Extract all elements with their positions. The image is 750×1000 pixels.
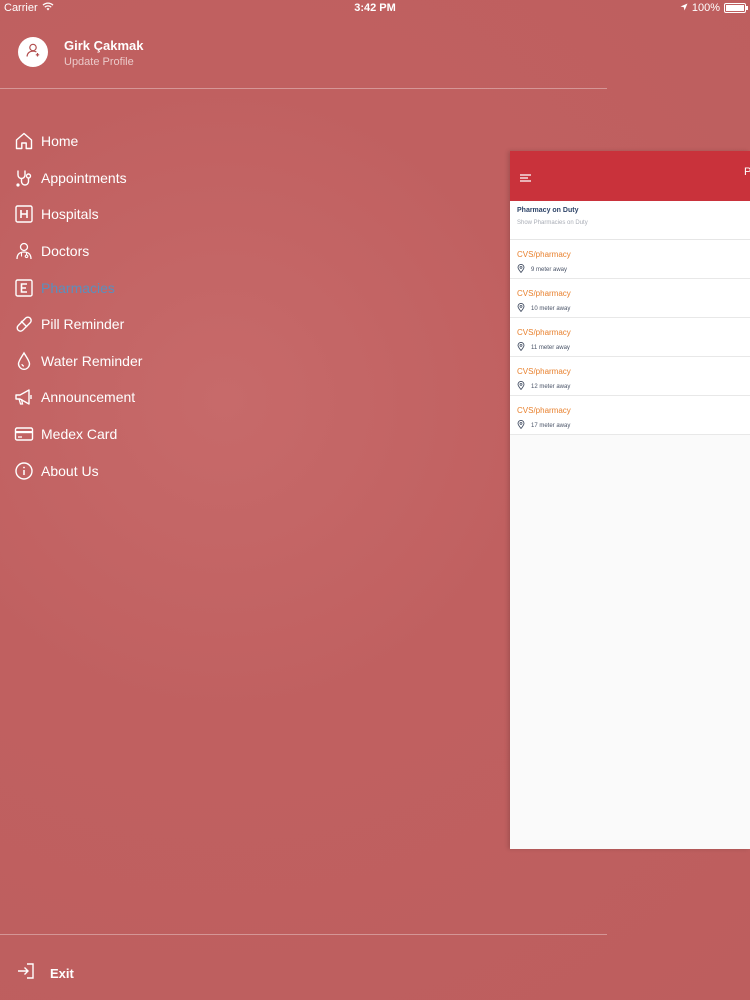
- pharmacy-name: CVS/pharmacy: [517, 367, 571, 376]
- pharmacy-on-duty-header[interactable]: Pharmacy on Duty Show Pharmacies on Duty: [510, 201, 750, 240]
- doctor-icon: [13, 240, 35, 262]
- pharmacy-list-item[interactable]: CVS/pharmacy 10 meter away: [510, 279, 750, 318]
- pharmacy-distance: 11 meter away: [531, 344, 570, 351]
- menu-label: Medex Card: [41, 426, 118, 443]
- location-pin-icon: [517, 342, 531, 353]
- pharmacy-distance-row: 10 meter away: [517, 303, 743, 314]
- user-icon: [25, 42, 41, 63]
- pharmacy-name: CVS/pharmacy: [517, 250, 571, 259]
- menu-item-doctors[interactable]: Doctors: [13, 233, 142, 270]
- menu-item-about-us[interactable]: About Us: [13, 452, 142, 489]
- location-pin-icon: [517, 420, 531, 431]
- location-arrow-icon: [680, 2, 688, 14]
- menu-label: Home: [41, 133, 79, 150]
- profile-header[interactable]: Girk Çakmak Update Profile: [18, 36, 144, 68]
- pharmacy-distance-row: 12 meter away: [517, 381, 743, 392]
- pharmacy-list-item[interactable]: CVS/pharmacy 9 meter away: [510, 240, 750, 279]
- hospital-icon: [13, 203, 35, 225]
- exit-label: Exit: [50, 966, 74, 981]
- home-icon: [13, 130, 35, 152]
- pharmacy-distance-row: 9 meter away: [517, 264, 743, 275]
- exit-button[interactable]: Exit: [16, 961, 74, 986]
- battery-percent: 100%: [691, 2, 720, 14]
- menu-label: About Us: [41, 462, 99, 479]
- status-time: 3:42 PM: [354, 2, 396, 14]
- menu-item-pharmacies[interactable]: Pharmacies: [13, 269, 142, 306]
- side-menu: Home Appointments Hospitals Doctors Phar…: [13, 123, 142, 489]
- pharmacy-distance: 12 meter away: [531, 383, 571, 390]
- location-pin-icon: [517, 264, 531, 275]
- pharmacy-icon: [13, 277, 35, 299]
- profile-name: Girk Çakmak: [64, 38, 144, 53]
- pharmacy-distance-row: 17 meter away: [517, 420, 743, 431]
- menu-item-pill-reminder[interactable]: Pill Reminder: [13, 306, 142, 343]
- pharmacy-on-duty-subtitle: Show Pharmacies on Duty: [517, 220, 588, 226]
- pharmacy-name: CVS/pharmacy: [517, 289, 571, 298]
- main-content-panel[interactable]: P Pharmacy on Duty Show Pharmacies on Du…: [510, 151, 750, 849]
- menu-item-appointments[interactable]: Appointments: [13, 160, 142, 197]
- profile-text: Girk Çakmak Update Profile: [64, 38, 144, 68]
- top-divider: [0, 88, 607, 89]
- status-bar: Carrier 3:42 PM 100%: [0, 0, 750, 16]
- location-pin-icon: [517, 303, 531, 314]
- panel-header: P: [510, 151, 750, 201]
- pharmacy-list-item[interactable]: CVS/pharmacy 12 meter away: [510, 357, 750, 396]
- info-icon: [13, 460, 35, 482]
- bottom-divider: [0, 934, 607, 935]
- menu-label: Announcement: [41, 389, 136, 406]
- status-right: 100%: [680, 2, 748, 14]
- pharmacy-name: CVS/pharmacy: [517, 328, 571, 337]
- hamburger-menu-icon[interactable]: [520, 169, 531, 187]
- menu-label: Pharmacies: [41, 279, 115, 296]
- menu-item-hospitals[interactable]: Hospitals: [13, 196, 142, 233]
- menu-item-home[interactable]: Home: [13, 123, 142, 160]
- water-drop-icon: [13, 350, 35, 372]
- avatar[interactable]: [18, 37, 48, 67]
- menu-item-announcement[interactable]: Announcement: [13, 379, 142, 416]
- pill-icon: [13, 313, 35, 335]
- pharmacy-distance-row: 11 meter away: [517, 342, 743, 353]
- pharmacy-distance: 17 meter away: [531, 422, 571, 429]
- update-profile-link[interactable]: Update Profile: [64, 56, 144, 68]
- menu-label: Doctors: [41, 243, 90, 260]
- menu-item-medex-card[interactable]: Medex Card: [13, 416, 142, 453]
- megaphone-icon: [13, 386, 35, 408]
- menu-label: Pill Reminder: [41, 316, 125, 333]
- exit-icon: [16, 961, 36, 986]
- pharmacy-list-item[interactable]: CVS/pharmacy 11 meter away: [510, 318, 750, 357]
- menu-label: Water Reminder: [41, 352, 143, 369]
- menu-item-water-reminder[interactable]: Water Reminder: [13, 343, 142, 380]
- pharmacy-distance: 9 meter away: [531, 266, 568, 273]
- menu-label: Hospitals: [41, 206, 99, 223]
- menu-label: Appointments: [41, 169, 127, 186]
- stethoscope-icon: [13, 167, 35, 189]
- panel-title: P: [744, 166, 750, 178]
- card-icon: [13, 423, 35, 445]
- battery-icon: [724, 3, 748, 13]
- location-pin-icon: [517, 381, 531, 392]
- pharmacy-distance: 10 meter away: [531, 305, 571, 312]
- pharmacy-on-duty-title: Pharmacy on Duty: [517, 207, 579, 214]
- pharmacy-name: CVS/pharmacy: [517, 406, 571, 415]
- pharmacy-list-item[interactable]: CVS/pharmacy 17 meter away: [510, 396, 750, 435]
